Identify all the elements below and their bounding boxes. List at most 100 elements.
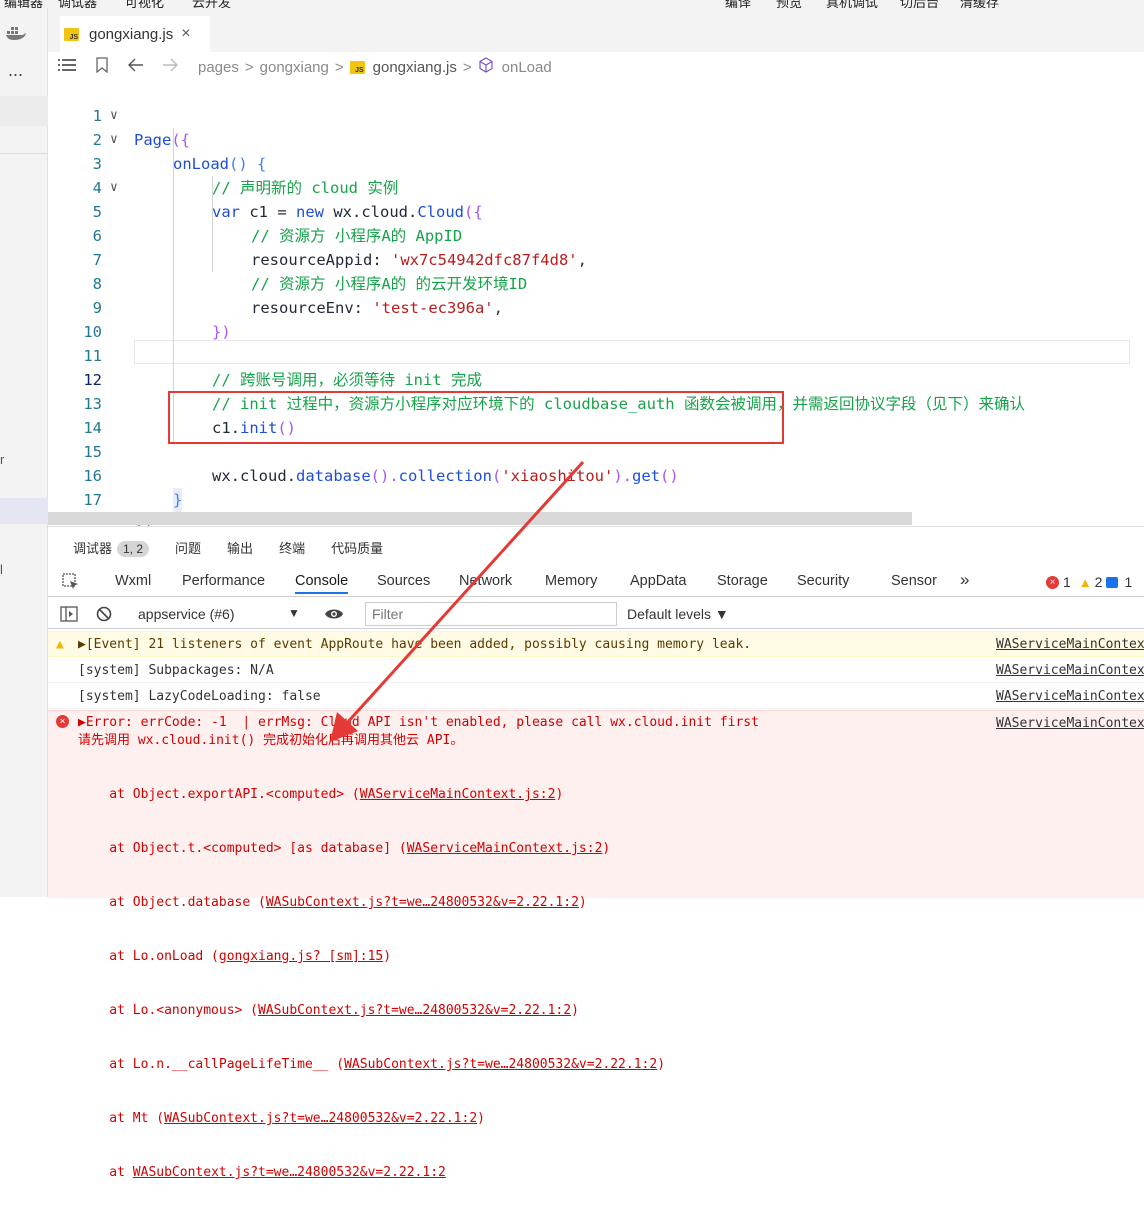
source-link[interactable]: WAServiceMainContext.js:2: [996, 688, 1144, 706]
tab-terminal[interactable]: 终端: [279, 538, 305, 557]
breadcrumb-pages[interactable]: pages: [198, 59, 239, 76]
menu-editor[interactable]: 编辑器: [4, 0, 43, 8]
sidebar-toggle-icon[interactable]: [60, 606, 78, 625]
code-line: 7 // 资源方 小程序A的 的云开发环境ID: [92, 251, 528, 293]
filter-input[interactable]: [365, 602, 617, 626]
tab-memory[interactable]: Memory: [545, 573, 597, 589]
tab-appdata[interactable]: AppData: [630, 573, 686, 589]
breadcrumb-onload[interactable]: onLoad: [502, 59, 552, 76]
sidebar-cut-text: l: [0, 562, 3, 577]
menubar: 编辑器 调试器 可视化 云开发 编译 预览 真机调试 切后台 清缓存: [0, 0, 1144, 8]
sidebar-separator: [0, 153, 48, 154]
list-icon[interactable]: [58, 58, 76, 77]
breadcrumb-file[interactable]: gongxiang.js: [373, 59, 457, 76]
activity-bar: ... r l: [0, 8, 48, 897]
default-levels-dropdown[interactable]: Default levels ▼: [627, 606, 729, 622]
element-picker-icon[interactable]: [62, 573, 80, 595]
menu-compile[interactable]: 编译: [725, 0, 751, 8]
tab-output[interactable]: 输出: [227, 538, 253, 557]
console-error-row[interactable]: × ▶Error: errCode: -1 | errMsg: Cloud AP…: [48, 710, 1144, 1180]
tab-title: gongxiang.js: [89, 25, 174, 43]
tab-problems[interactable]: 问题: [175, 538, 201, 557]
editor-tab-bar: JS gongxiang.js ×: [48, 8, 1144, 52]
stack-frame: at Lo.<anonymous> (WASubContext.js?t=we……: [78, 1003, 579, 1018]
stack-trace: at Object.exportAPI.<computed> (WAServic…: [78, 750, 665, 1218]
stack-frame: at Mt (WASubContext.js?t=we…24800532&v=2…: [78, 1111, 485, 1126]
source-link[interactable]: WAServiceMainContext.js:2: [996, 636, 1144, 654]
stack-link[interactable]: WASubContext.js?t=we…24800532&v=2.22.1:2: [164, 1111, 477, 1126]
horizontal-scrollbar[interactable]: [48, 512, 912, 525]
more-icon[interactable]: ...: [8, 60, 23, 81]
code-line: 8 resourceEnv: 'test-ec396a',: [92, 275, 503, 317]
code-line: 2 ∨ onLoad() {: [48, 104, 1144, 173]
error-count[interactable]: × 1 ▲ 2 1: [1046, 574, 1132, 590]
menu-clear-cache[interactable]: 清缓存: [960, 0, 999, 8]
breadcrumb-sep: >: [462, 58, 472, 76]
bottom-panel: 调试器 1, 2 问题 输出 终端 代码质量 Wxml Performance C…: [48, 526, 1144, 1180]
code-line: 17 }): [83, 491, 152, 526]
source-link[interactable]: WAServiceMainContext.js:2: [996, 715, 1144, 733]
stack-link[interactable]: WAServiceMainContext.js:2: [407, 841, 603, 856]
menu-cloud[interactable]: 云开发: [192, 0, 231, 8]
tab-sensor[interactable]: Sensor: [891, 573, 937, 589]
tab-network[interactable]: Network: [459, 573, 512, 589]
stack-link[interactable]: WASubContext.js?t=we…24800532&v=2.22.1:2: [344, 1057, 657, 1072]
code-line: 1 ∨ Page({: [48, 80, 1144, 149]
menu-debugger[interactable]: 调试器: [58, 0, 97, 8]
code-line: 12 // init 过程中，资源方小程序对应环境下的 cloudbase_au…: [83, 371, 1025, 413]
error-message: ▶Error: errCode: -1 | errMsg: Cloud API …: [78, 715, 759, 730]
breadcrumb-sep: >: [244, 58, 254, 76]
context-select[interactable]: appservice (#6): [138, 606, 235, 622]
breadcrumb-gongxiang[interactable]: gongxiang: [260, 59, 329, 76]
tab-performance[interactable]: Performance: [182, 573, 265, 589]
sidebar-selected-item[interactable]: [0, 498, 48, 524]
close-icon[interactable]: ×: [181, 25, 190, 43]
stack-link[interactable]: WASubContext.js?t=we…24800532&v=2.22.1:2: [266, 895, 579, 910]
code-line: 5 // 资源方 小程序A的 AppID: [92, 203, 463, 245]
code-line: 10: [83, 323, 102, 341]
tab-wxml[interactable]: Wxml: [115, 573, 151, 589]
tab-gongxiang-js[interactable]: JS gongxiang.js ×: [60, 16, 210, 52]
stack-frame: at Lo.n.__callPageLifeTime__ (WASubConte…: [78, 1057, 666, 1072]
warning-icon: ▲: [56, 637, 64, 652]
code-editor[interactable]: 1 ∨ Page({ 2 ∨ onLoad() { 3 // 声明新的 cloud …: [48, 80, 1144, 526]
method-cube-icon: [478, 57, 494, 77]
eye-icon[interactable]: [324, 607, 344, 624]
warning-icon: ▲: [1078, 574, 1092, 590]
stack-link[interactable]: WAServiceMainContext.js:2: [360, 787, 556, 802]
tab-debugger[interactable]: 调试器 1, 2: [73, 538, 150, 557]
source-link[interactable]: WAServiceMainContext.js:2: [996, 662, 1144, 680]
clear-console-icon[interactable]: [96, 606, 112, 625]
stack-frame: at WASubContext.js?t=we…24800532&v=2.22.…: [78, 1165, 446, 1180]
forward-arrow-icon[interactable]: [162, 58, 178, 76]
breadcrumb-sep: >: [334, 58, 344, 76]
console-log-row: [system] Subpackages: N/A WAServiceMainC…: [48, 658, 1144, 683]
menu-visual[interactable]: 可视化: [125, 0, 164, 8]
code-line: 4 ∨ var c1 = new wx.cloud.Cloud({: [48, 152, 1144, 221]
menu-device-debug[interactable]: 真机调试: [826, 0, 878, 8]
console-toolbar: appservice (#6) ▼ Default levels ▼: [48, 599, 1144, 629]
stack-link[interactable]: WASubContext.js?t=we…24800532&v=2.22.1:2: [133, 1165, 446, 1180]
code-line: 3 // 声明新的 cloud 实例: [92, 155, 399, 197]
debugger-count-badge: 1, 2: [117, 540, 150, 557]
panel-tab-bar: 调试器 1, 2 问题 输出 终端 代码质量: [48, 527, 1144, 567]
tab-console[interactable]: Console: [295, 573, 349, 594]
bookmark-icon[interactable]: [96, 57, 108, 77]
stack-link[interactable]: WASubContext.js?t=we…24800532&v=2.22.1:2: [258, 1003, 571, 1018]
sidebar-cut-text: r: [0, 452, 5, 467]
js-file-icon: JS: [349, 60, 365, 74]
tab-security[interactable]: Security: [797, 573, 849, 589]
dropdown-caret-icon[interactable]: ▼: [288, 606, 300, 620]
tab-storage[interactable]: Storage: [717, 573, 768, 589]
menu-preview[interactable]: 预览: [776, 0, 802, 8]
breadcrumb: pages > gongxiang > JS gongxiang.js > on…: [48, 52, 1144, 82]
docker-icon[interactable]: [6, 26, 26, 43]
tab-code-quality[interactable]: 代码质量: [331, 538, 383, 557]
back-arrow-icon[interactable]: [128, 58, 144, 76]
console-warning-row[interactable]: ▲ ▶[Event] 21 listeners of event AppRout…: [48, 631, 1144, 657]
stack-frame: at Lo.onLoad (gongxiang.js? [sm]:15): [78, 949, 392, 964]
menu-background[interactable]: 切后台: [900, 0, 939, 8]
tab-sources[interactable]: Sources: [377, 573, 430, 589]
stack-link[interactable]: gongxiang.js? [sm]:15: [219, 949, 383, 964]
more-tabs-icon[interactable]: »: [960, 570, 969, 590]
